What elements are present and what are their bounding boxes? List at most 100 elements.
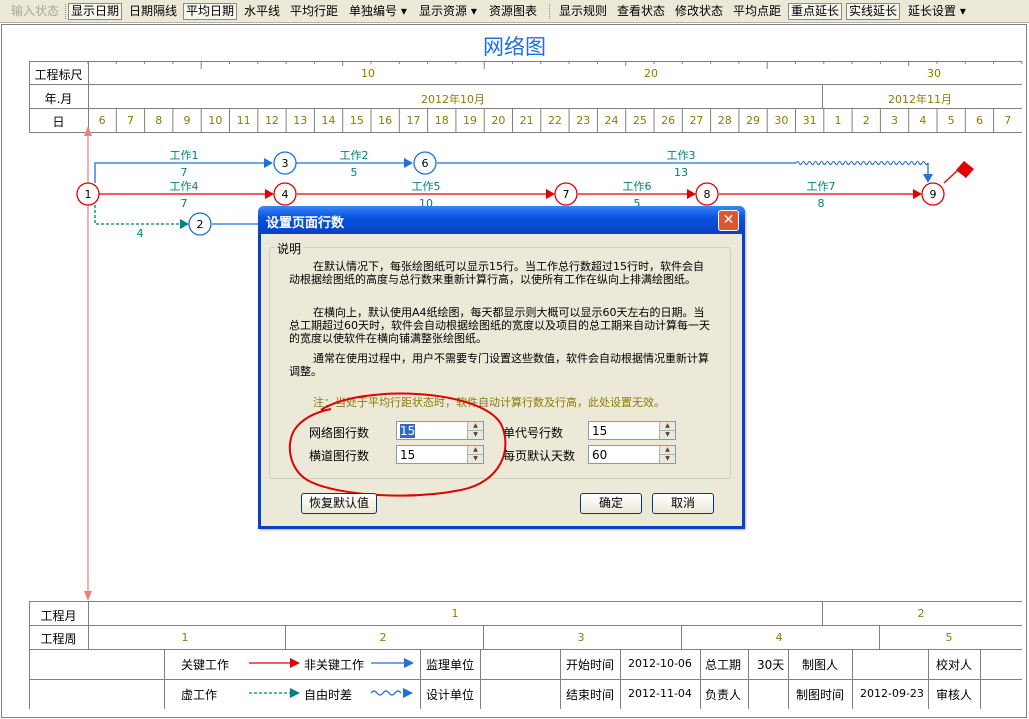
node-label: 9 [930, 188, 937, 201]
day-label: 29 [746, 114, 761, 127]
grid-line [852, 649, 853, 709]
view-status-button[interactable]: 查看状态 [615, 3, 667, 20]
day-label: 23 [576, 114, 591, 127]
day-label: 4 [919, 114, 927, 127]
end-time-label: 结束时间 [566, 688, 615, 702]
lane-rows-stepper[interactable]: 15 ▲ ▼ [396, 445, 484, 464]
spin-down-icon[interactable]: ▼ [468, 455, 483, 463]
day-label: 20 [491, 114, 506, 127]
stepper-buttons: ▲ ▼ [659, 422, 675, 439]
legend-dummy-label: 虚工作 [181, 688, 218, 702]
grid-line [620, 649, 621, 709]
stepper-buttons: ▲ ▼ [659, 446, 675, 463]
day-label: 25 [632, 114, 647, 127]
days-per-page-label: 每页默认天数 [503, 449, 576, 463]
day-label: 10 [208, 114, 223, 127]
activity-duration: 5 [351, 166, 358, 179]
grid-line [29, 649, 1022, 650]
day-label: 9 [183, 114, 191, 127]
approver-label: 审核人 [936, 688, 973, 702]
extend-settings-dropdown[interactable]: 延长设置 ▾ [906, 3, 968, 20]
node-label: 1 [85, 188, 92, 201]
total-duration-label: 总工期 [705, 658, 742, 672]
spin-up-icon[interactable]: ▲ [468, 422, 483, 431]
days-per-page-value[interactable]: 60 [592, 448, 607, 462]
restore-defaults-button[interactable]: 恢复默认值 [301, 493, 377, 514]
close-icon[interactable]: ✕ [718, 210, 739, 231]
legend-critical-label: 关键工作 [181, 658, 230, 672]
grid-line [980, 649, 981, 709]
activity-name: 工作5 [412, 180, 441, 193]
modify-status-button[interactable]: 修改状态 [673, 3, 725, 20]
spin-down-icon[interactable]: ▼ [468, 431, 483, 439]
draw-time-value: 2012-09-23 [860, 687, 924, 700]
end-time-value: 2012-11-04 [628, 687, 692, 700]
spin-up-icon[interactable]: ▲ [468, 446, 483, 455]
grid-line [483, 625, 484, 649]
grid-line [29, 679, 1022, 680]
grid-line [879, 625, 880, 649]
day-label: 28 [717, 114, 732, 127]
show-resource-dropdown[interactable]: 显示资源 ▾ [417, 3, 479, 20]
show-rules-button[interactable]: 显示规则 [557, 3, 609, 20]
days-per-page-stepper[interactable]: 60 ▲ ▼ [588, 445, 676, 464]
key-extend-button[interactable]: 重点延长 [788, 3, 843, 20]
input-status-button[interactable]: 输入状态 [9, 3, 61, 20]
activity-duration: 13 [674, 166, 688, 179]
single-numbering-dropdown[interactable]: 单独编号 ▾ [347, 3, 409, 20]
lane-rows-value[interactable]: 15 [400, 448, 415, 462]
stepper-buttons: ▲ ▼ [467, 422, 483, 439]
project-week-value: 3 [577, 631, 585, 644]
net-rows-value[interactable]: 15 [400, 424, 416, 438]
show-date-button[interactable]: 显示日期 [68, 3, 123, 20]
legend-noncritical-label: 非关键工作 [304, 658, 365, 672]
spin-down-icon[interactable]: ▼ [660, 455, 675, 463]
day-label: 16 [378, 114, 393, 127]
spin-up-icon[interactable]: ▲ [660, 422, 675, 431]
activity-arrow-1-head [264, 158, 273, 168]
activity-duration: 7 [181, 166, 188, 179]
day-label: 8 [155, 114, 163, 127]
project-month-value: 2 [917, 607, 925, 620]
day-label: 21 [519, 114, 534, 127]
checker-label: 校对人 [936, 658, 973, 672]
activity-name: 工作3 [667, 149, 696, 162]
day-label: 27 [689, 114, 704, 127]
project-month-value: 1 [451, 607, 459, 620]
project-week-value: 4 [775, 631, 783, 644]
day-label: 12 [264, 114, 279, 127]
ok-button[interactable]: 确定 [580, 493, 642, 514]
dialog-title-bar[interactable]: 设置页面行数 ✕ [258, 206, 745, 234]
start-time-value: 2012-10-06 [628, 657, 692, 670]
resource-chart-button[interactable]: 资源图表 [487, 3, 539, 20]
solid-extend-button[interactable]: 实线延长 [846, 3, 901, 20]
code-rows-stepper[interactable]: 15 ▲ ▼ [588, 421, 676, 440]
grid-line [29, 649, 30, 709]
day-label: 19 [463, 114, 478, 127]
node-label: 4 [282, 188, 289, 201]
date-gridline-button[interactable]: 日期隔线 [127, 3, 179, 20]
designer-label: 设计单位 [426, 688, 475, 702]
activity-duration: 7 [181, 197, 188, 210]
average-date-button[interactable]: 平均日期 [183, 3, 238, 20]
day-label: 5 [947, 114, 955, 127]
day-label: 7 [126, 114, 134, 127]
timeline-arrow-down [84, 591, 92, 601]
day-label: 6 [975, 114, 983, 127]
grid-line [29, 601, 1022, 602]
average-row-spacing-button[interactable]: 平均行距 [288, 3, 340, 20]
finish-flag [956, 161, 974, 178]
average-point-spacing-button[interactable]: 平均点距 [731, 3, 783, 20]
project-week-row-label: 工程周 [40, 632, 77, 646]
spin-up-icon[interactable]: ▲ [660, 446, 675, 455]
cancel-button[interactable]: 取消 [652, 493, 714, 514]
code-rows-value[interactable]: 15 [592, 424, 607, 438]
lane-rows-label: 横道图行数 [309, 449, 370, 463]
net-rows-stepper[interactable]: 15 ▲ ▼ [396, 421, 484, 440]
toolbar-separator [549, 4, 550, 19]
code-rows-label: 单代号行数 [503, 426, 564, 440]
day-label: 6 [98, 114, 106, 127]
spin-down-icon[interactable]: ▼ [660, 431, 675, 439]
horizontal-line-button[interactable]: 水平线 [242, 3, 282, 20]
total-duration-value: 30天 [757, 658, 785, 672]
